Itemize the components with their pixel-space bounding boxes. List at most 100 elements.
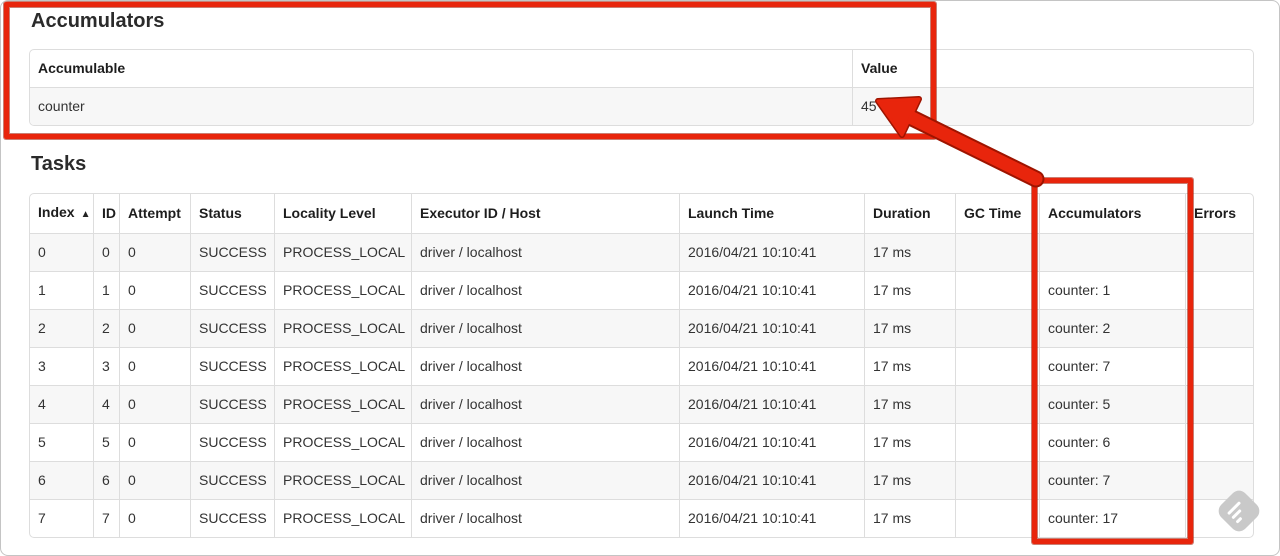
table-cell: 0 (119, 385, 190, 423)
table-cell: counter: 17 (1039, 499, 1185, 537)
table-cell: 2 (30, 309, 93, 347)
table-cell: 4 (93, 385, 119, 423)
table-row: 6 6 0 SUCCESS PROCESS_LOCAL driver / localhos… (30, 461, 1253, 499)
table-row: 3 3 0 SUCCESS PROCESS_LOCAL driver / localhos… (30, 347, 1253, 385)
tasks-header-row: Index ▲ ID Attempt Status Locality Level Execu… (30, 194, 1253, 233)
table-cell: 0 (30, 233, 93, 271)
column-header-value[interactable]: Value (852, 50, 1253, 87)
column-header-accumulable[interactable]: Accumulable (30, 50, 852, 87)
table-row: counter 45 (30, 87, 1253, 125)
table-cell: 6 (30, 461, 93, 499)
table-cell: 17 ms (864, 309, 955, 347)
table-cell: 2016/04/21 10:10:41 (679, 423, 864, 461)
column-header-index[interactable]: Index ▲ (30, 194, 93, 233)
table-cell (955, 423, 1039, 461)
table-cell: 17 ms (864, 499, 955, 537)
table-cell: 0 (119, 233, 190, 271)
table-cell: SUCCESS (190, 309, 274, 347)
column-header-executor-id-host[interactable]: Executor ID / Host (411, 194, 679, 233)
table-cell: SUCCESS (190, 233, 274, 271)
column-header-errors[interactable]: Errors (1185, 194, 1253, 233)
table-cell: PROCESS_LOCAL (274, 385, 411, 423)
table-cell: 2016/04/21 10:10:41 (679, 385, 864, 423)
table-cell (955, 385, 1039, 423)
page: Accumulators Accumulable Value counter 45 … (0, 0, 1280, 556)
table-cell: 1 (30, 271, 93, 309)
column-header-attempt[interactable]: Attempt (119, 194, 190, 233)
column-header-launch-time[interactable]: Launch Time (679, 194, 864, 233)
column-header-duration[interactable]: Duration (864, 194, 955, 233)
table-cell: PROCESS_LOCAL (274, 233, 411, 271)
tasks-section-heading: Tasks (31, 153, 87, 175)
table-cell (1039, 233, 1185, 271)
table-cell: counter: 7 (1039, 461, 1185, 499)
table-cell: counter: 6 (1039, 423, 1185, 461)
table-cell: 6 (93, 461, 119, 499)
table-cell (955, 347, 1039, 385)
table-cell: SUCCESS (190, 423, 274, 461)
tasks-table-grid: Index ▲ ID Attempt Status Locality Level Execu… (30, 194, 1253, 537)
table-cell (1185, 233, 1253, 271)
table-cell: counter: 5 (1039, 385, 1185, 423)
table-cell: driver / localhost (411, 423, 679, 461)
table-cell: SUCCESS (190, 499, 274, 537)
table-cell: 0 (119, 309, 190, 347)
table-cell: 1 (93, 271, 119, 309)
table-cell: counter (30, 87, 852, 125)
table-cell: PROCESS_LOCAL (274, 347, 411, 385)
table-cell: 3 (93, 347, 119, 385)
table-cell: driver / localhost (411, 385, 679, 423)
table-cell (955, 271, 1039, 309)
table-row: 4 4 0 SUCCESS PROCESS_LOCAL driver / localhos… (30, 385, 1253, 423)
column-header-accumulators[interactable]: Accumulators (1039, 194, 1185, 233)
accumulators-header-row: Accumulable Value (30, 50, 1253, 87)
table-row: 5 5 0 SUCCESS PROCESS_LOCAL driver / localhos… (30, 423, 1253, 461)
tasks-table: Index ▲ ID Attempt Status Locality Level Execu… (29, 193, 1254, 538)
table-row: 0 0 0 SUCCESS PROCESS_LOCAL driver / localhos… (30, 233, 1253, 271)
table-cell: driver / localhost (411, 309, 679, 347)
column-header-locality-level[interactable]: Locality Level (274, 194, 411, 233)
table-cell: 0 (93, 233, 119, 271)
table-row: 1 1 0 SUCCESS PROCESS_LOCAL driver / localhos… (30, 271, 1253, 309)
table-cell (955, 461, 1039, 499)
table-cell: counter: 7 (1039, 347, 1185, 385)
table-cell (1185, 423, 1253, 461)
table-cell: driver / localhost (411, 461, 679, 499)
table-cell: 5 (30, 423, 93, 461)
table-cell: 17 ms (864, 385, 955, 423)
accumulators-table-grid: Accumulable Value counter 45 (30, 50, 1253, 125)
accumulators-table: Accumulable Value counter 45 (29, 49, 1254, 126)
table-cell (1185, 271, 1253, 309)
table-cell: SUCCESS (190, 385, 274, 423)
column-header-status[interactable]: Status (190, 194, 274, 233)
table-cell: driver / localhost (411, 347, 679, 385)
table-cell: 17 ms (864, 271, 955, 309)
table-cell: 0 (119, 461, 190, 499)
table-cell: driver / localhost (411, 499, 679, 537)
table-cell: SUCCESS (190, 271, 274, 309)
column-header-id[interactable]: ID (93, 194, 119, 233)
table-cell: counter: 1 (1039, 271, 1185, 309)
table-cell: PROCESS_LOCAL (274, 499, 411, 537)
table-cell: 17 ms (864, 347, 955, 385)
table-cell: PROCESS_LOCAL (274, 309, 411, 347)
table-cell (1185, 309, 1253, 347)
table-cell: 17 ms (864, 233, 955, 271)
table-cell: 0 (119, 347, 190, 385)
sort-ascending-icon: ▲ (80, 209, 91, 220)
table-cell: counter: 2 (1039, 309, 1185, 347)
table-cell: PROCESS_LOCAL (274, 461, 411, 499)
table-cell: driver / localhost (411, 233, 679, 271)
table-cell: 2016/04/21 10:10:41 (679, 461, 864, 499)
table-cell: SUCCESS (190, 461, 274, 499)
table-cell: 45 (852, 87, 1253, 125)
table-cell: driver / localhost (411, 271, 679, 309)
table-cell: 2016/04/21 10:10:41 (679, 233, 864, 271)
accumulators-section-heading: Accumulators (31, 10, 165, 32)
table-cell: 17 ms (864, 423, 955, 461)
table-cell: 7 (30, 499, 93, 537)
column-header-gc-time[interactable]: GC Time (955, 194, 1039, 233)
table-cell: 2016/04/21 10:10:41 (679, 499, 864, 537)
table-cell: 17 ms (864, 461, 955, 499)
table-cell (955, 499, 1039, 537)
